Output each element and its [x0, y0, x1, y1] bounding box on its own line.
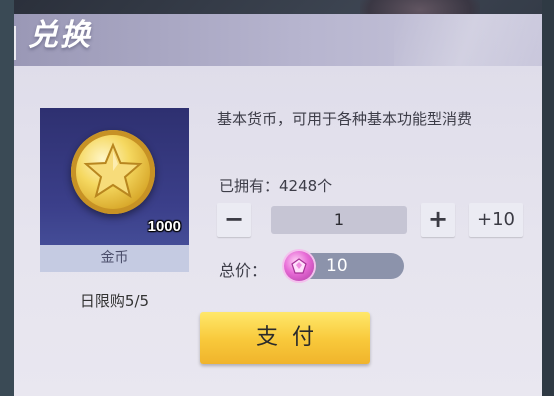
increase-quantity-by-ten-button[interactable]: +10	[469, 203, 523, 237]
background-left-edge	[0, 0, 14, 396]
background-right-edge	[542, 0, 554, 396]
item-card: 1000 金币	[40, 108, 189, 272]
dialog-title-bar: 兑换	[14, 14, 542, 66]
gold-coin-star-icon	[71, 130, 155, 214]
item-quantity-badge: 1000	[147, 218, 181, 235]
item-description: 基本货币，可用于各种基本功能型消费	[217, 110, 473, 128]
total-price-value: 10	[326, 256, 348, 276]
exchange-dialog: 兑换 1000 金币 日限购5/5 基本货币，可用于各种基本功能型消费 已拥有：…	[14, 14, 542, 396]
decrease-quantity-button[interactable]: −	[217, 203, 251, 237]
quantity-field[interactable]: 1	[271, 206, 407, 234]
title-accent-mark	[14, 26, 24, 60]
daily-purchase-limit: 日限购5/5	[79, 292, 150, 310]
owned-count: 已拥有：4248个	[219, 177, 333, 195]
total-price-label: 总价：	[219, 261, 268, 280]
quantity-selector: − 1 + +10	[217, 203, 537, 239]
increase-quantity-button[interactable]: +	[421, 203, 455, 237]
dialog-title: 兑换	[28, 18, 92, 53]
title-shine	[394, 14, 542, 66]
pay-button[interactable]: 支付	[200, 312, 370, 364]
item-name: 金币	[40, 245, 189, 272]
pink-gem-icon	[284, 251, 314, 281]
